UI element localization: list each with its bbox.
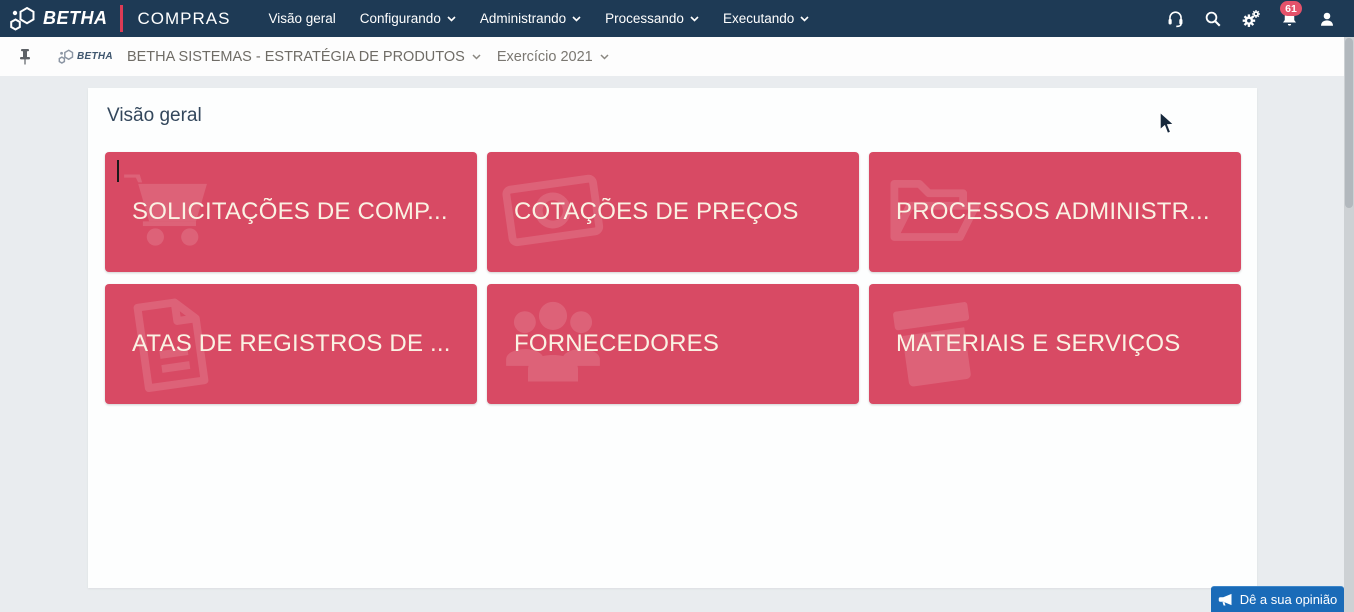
betha-brand-wordmark: BETHA (43, 8, 108, 29)
menu-item-administrando[interactable]: Administrando (468, 0, 593, 37)
menu-item-label: Processando (605, 11, 684, 26)
entity-selector[interactable]: BETHA SISTEMAS - ESTRATÉGIA DE PRODUTOS (127, 49, 481, 65)
tile-label: SOLICITAÇÕES DE COMP... (132, 198, 448, 226)
chevron-down-icon (447, 16, 456, 22)
menu-item-label: Configurando (360, 11, 441, 26)
overview-panel: Visão geral SOLICITAÇÕES DE COMP... (88, 88, 1257, 588)
search-icon (1204, 10, 1222, 28)
tile-processos-administrativos[interactable]: PROCESSOS ADMINISTR... (869, 152, 1241, 272)
pin-icon (18, 48, 32, 65)
feedback-label: Dê a sua opinião (1240, 592, 1338, 607)
text-caret (117, 160, 119, 182)
services-icon (1241, 9, 1261, 29)
megaphone-icon (1218, 593, 1233, 606)
headset-icon (1166, 9, 1185, 28)
menu-item-visao-geral[interactable]: Visão geral (256, 0, 347, 37)
tile-label: MATERIAIS E SERVIÇOS (896, 330, 1181, 358)
app-name: COMPRAS (138, 9, 231, 29)
brand-divider (120, 5, 123, 32)
context-brand: BETHA (58, 49, 113, 64)
menu-item-configurando[interactable]: Configurando (348, 0, 468, 37)
tile-fornecedores[interactable]: FORNECEDORES (487, 284, 859, 404)
user-icon (1318, 10, 1336, 28)
support-button[interactable] (1156, 0, 1194, 37)
tile-label: PROCESSOS ADMINISTR... (896, 198, 1210, 226)
tile-solicitacoes-de-compras[interactable]: SOLICITAÇÕES DE COMP... (105, 152, 477, 272)
search-button[interactable] (1194, 0, 1232, 37)
betha-small-logo-icon (58, 49, 74, 64)
page-title: Visão geral (107, 105, 202, 127)
top-navbar: BETHA COMPRAS Visão geral Configurando A… (0, 0, 1354, 37)
tile-label: COTAÇÕES DE PREÇOS (514, 198, 799, 226)
exercise-selector[interactable]: Exercício 2021 (497, 49, 609, 65)
user-menu-button[interactable] (1308, 0, 1346, 37)
menu-item-executando[interactable]: Executando (711, 0, 821, 37)
services-button[interactable] (1232, 0, 1270, 37)
chevron-down-icon (472, 54, 481, 60)
tile-materiais-e-servicos[interactable]: MATERIAIS E SERVIÇOS (869, 284, 1241, 404)
tile-label: ATAS DE REGISTROS DE ... (132, 330, 451, 358)
exercise-label: Exercício 2021 (497, 49, 593, 65)
vertical-scrollbar[interactable] (1344, 37, 1354, 612)
tile-label: FORNECEDORES (514, 330, 719, 358)
betha-logo-icon (9, 6, 36, 31)
menu-item-processando[interactable]: Processando (593, 0, 711, 37)
menu-item-label: Administrando (480, 11, 566, 26)
tile-atas-de-registros[interactable]: ATAS DE REGISTROS DE ... (105, 284, 477, 404)
navbar-actions (1156, 0, 1346, 37)
tile-cotacoes-de-precos[interactable]: COTAÇÕES DE PREÇOS (487, 152, 859, 272)
scrollbar-thumb[interactable] (1345, 38, 1353, 208)
context-bar: BETHA BETHA SISTEMAS - ESTRATÉGIA DE PRO… (0, 37, 1354, 76)
chevron-down-icon (572, 16, 581, 22)
chevron-down-icon (600, 54, 609, 60)
feedback-button[interactable]: Dê a sua opinião (1211, 586, 1344, 612)
menu-item-label: Executando (723, 11, 794, 26)
app-window: BETHA COMPRAS Visão geral Configurando A… (0, 0, 1354, 612)
notification-count-badge[interactable]: 61 (1280, 1, 1302, 16)
chevron-down-icon (800, 16, 809, 22)
module-tile-grid: SOLICITAÇÕES DE COMP... COTAÇÕES DE PREÇ… (105, 152, 1241, 404)
chevron-down-icon (690, 16, 699, 22)
main-menu: Visão geral Configurando Administrando P… (256, 0, 821, 37)
pin-button[interactable] (18, 48, 34, 66)
entity-name: BETHA SISTEMAS - ESTRATÉGIA DE PRODUTOS (127, 49, 465, 65)
context-brand-wordmark: BETHA (77, 51, 113, 62)
menu-item-label: Visão geral (268, 11, 335, 26)
